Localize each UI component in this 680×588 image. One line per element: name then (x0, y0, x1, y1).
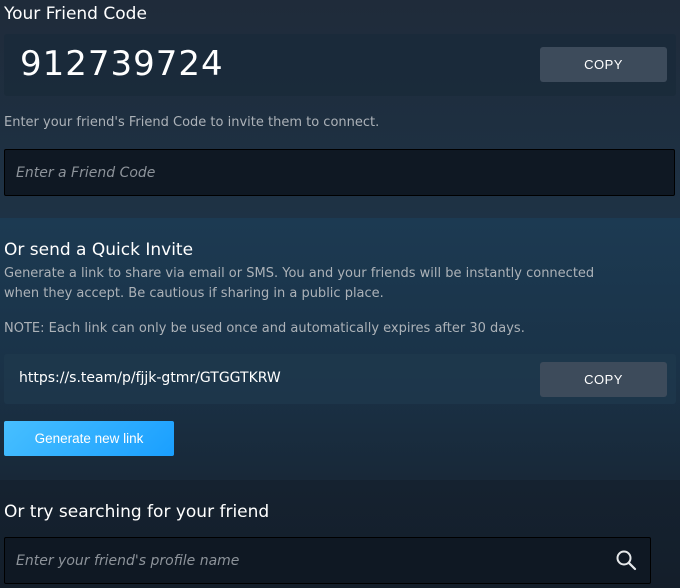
invite-link-value[interactable]: https://s.team/p/fjjk-gtmr/GTGGTKRW (19, 370, 281, 386)
copy-friend-code-button[interactable]: COPY (540, 47, 667, 82)
quick-invite-description-line2: when they accept. Be cautious if sharing… (4, 286, 384, 301)
search-field[interactable] (4, 537, 651, 584)
search-friend-title: Or try searching for your friend (4, 502, 270, 522)
friend-code-title: Your Friend Code (4, 4, 147, 24)
friend-code-help-text: Enter your friend's Friend Code to invit… (4, 115, 380, 130)
search-input[interactable] (5, 538, 650, 583)
friend-code-input[interactable] (5, 150, 674, 195)
generate-new-link-button[interactable]: Generate new link (4, 421, 174, 456)
friend-code-box: 912739724 COPY (4, 34, 676, 96)
quick-invite-description-line1: Generate a link to share via email or SM… (4, 266, 595, 281)
quick-invite-title: Or send a Quick Invite (4, 240, 194, 260)
friend-code-value: 912739724 (20, 44, 224, 84)
friend-code-section: Your Friend Code 912739724 COPY Enter yo… (0, 0, 680, 218)
copy-invite-link-button[interactable]: COPY (540, 362, 667, 397)
quick-invite-section: Or send a Quick Invite Generate a link t… (0, 218, 680, 480)
search-icon[interactable] (614, 548, 638, 572)
friend-code-field[interactable] (4, 149, 675, 196)
quick-invite-note: NOTE: Each link can only be used once an… (4, 321, 525, 336)
search-friend-section: Or try searching for your friend (0, 480, 680, 588)
invite-link-box: https://s.team/p/fjjk-gtmr/GTGGTKRW COPY (4, 354, 676, 404)
